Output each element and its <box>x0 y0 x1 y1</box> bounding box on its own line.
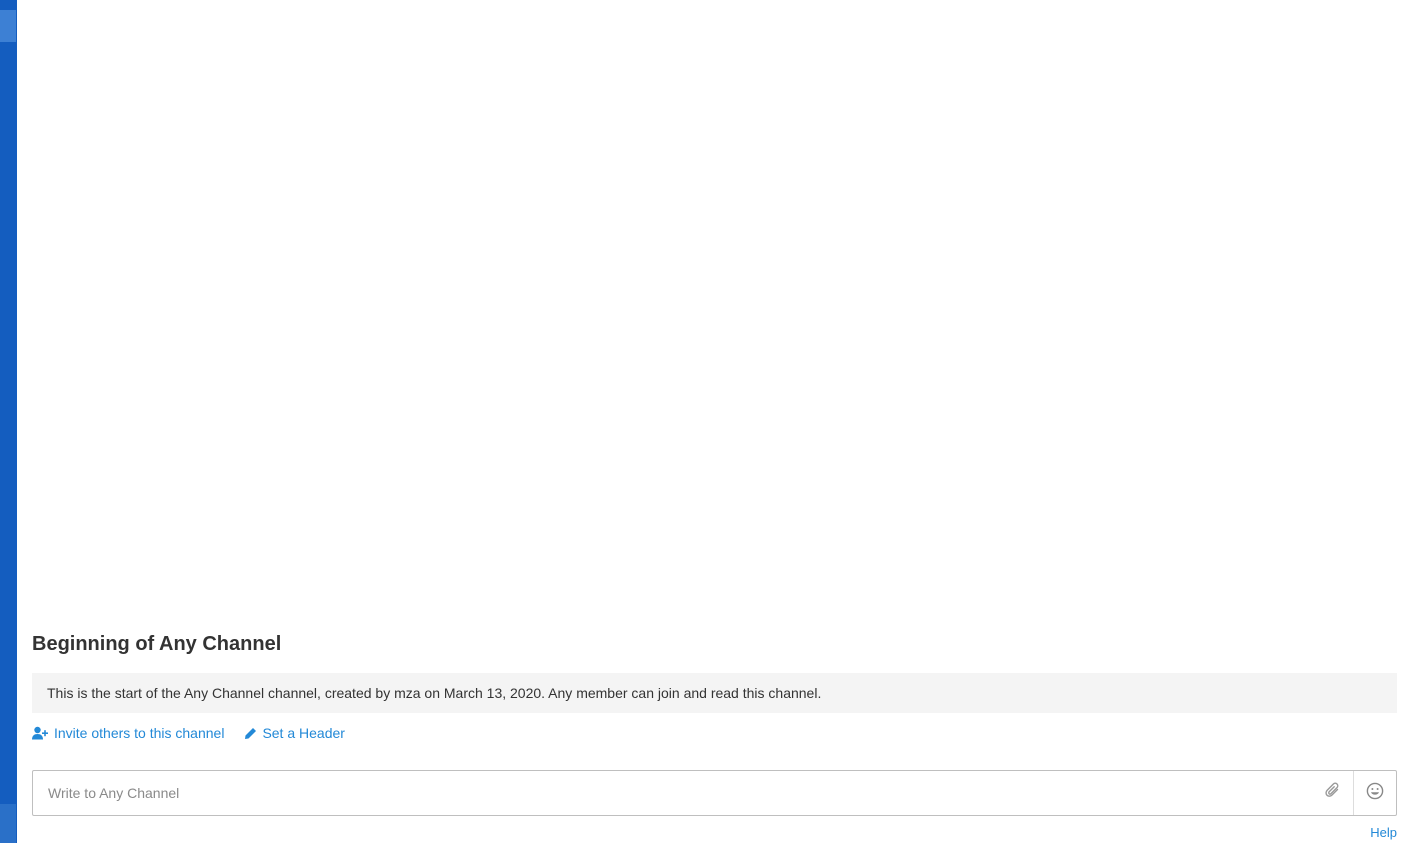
set-header-link[interactable]: Set a Header <box>244 725 345 741</box>
help-link[interactable]: Help <box>1370 825 1397 840</box>
message-composer <box>32 770 1397 816</box>
channel-intro-text: This is the start of the Any Channel cha… <box>32 673 1397 713</box>
add-user-icon <box>32 726 49 740</box>
pencil-icon <box>244 727 257 740</box>
channel-intro-actions: Invite others to this channel Set a Head… <box>32 723 345 743</box>
channel-view: Beginning of Any Channel This is the sta… <box>17 0 1401 843</box>
set-header-label: Set a Header <box>262 725 345 741</box>
smiley-icon <box>1366 782 1384 805</box>
invite-others-label: Invite others to this channel <box>54 725 225 741</box>
sidebar-active-item[interactable] <box>0 10 16 42</box>
channel-intro-title: Beginning of Any Channel <box>32 633 282 655</box>
sidebar-footer-item[interactable] <box>0 804 16 843</box>
sidebar-strip <box>0 0 17 843</box>
invite-others-link[interactable]: Invite others to this channel <box>32 725 224 741</box>
paperclip-icon <box>1325 782 1341 804</box>
emoji-picker-button[interactable] <box>1353 771 1396 815</box>
message-input[interactable] <box>33 771 1313 815</box>
attach-file-button[interactable] <box>1313 771 1353 815</box>
